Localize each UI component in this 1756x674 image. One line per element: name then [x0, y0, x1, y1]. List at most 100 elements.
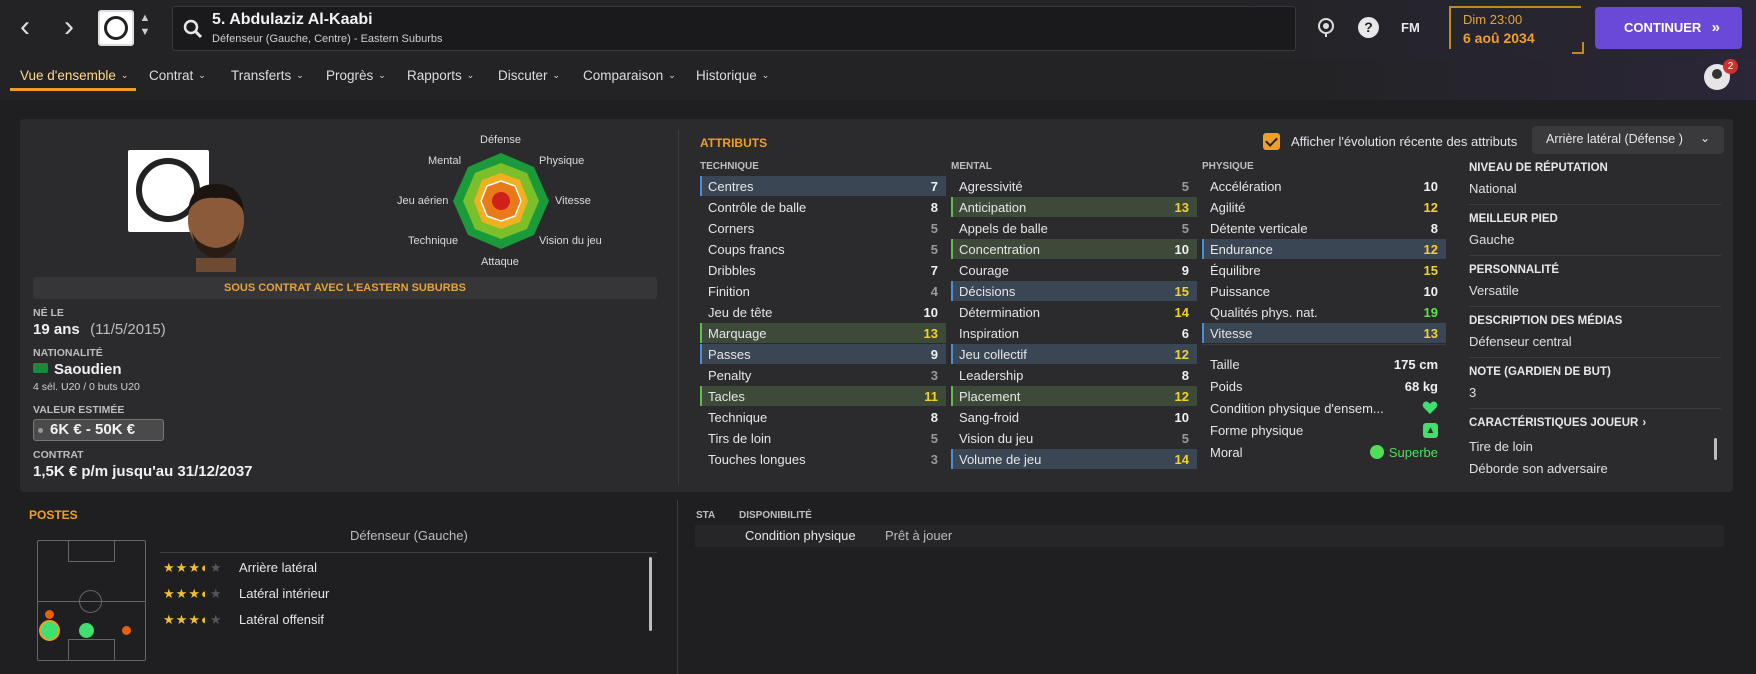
role-select[interactable]: Arrière latéral (Défense ) ⌄: [1532, 126, 1724, 154]
attribute-row[interactable]: Détente verticale 8: [1202, 218, 1446, 238]
attribute-row[interactable]: Centres 7: [700, 176, 946, 196]
attribute-row[interactable]: Puissance 10: [1202, 281, 1446, 301]
help-icon[interactable]: ?: [1358, 17, 1379, 38]
nationality-row[interactable]: Saoudien: [33, 361, 122, 379]
attribute-row[interactable]: Appels de balle 5: [951, 218, 1197, 238]
star-icon: ★: [175, 612, 189, 627]
attribute-row[interactable]: Contrôle de balle 8: [700, 197, 946, 217]
attribute-row[interactable]: Jeu de tête 10: [700, 302, 946, 322]
attribute-name: Sang-froid: [959, 410, 1019, 425]
attribute-row[interactable]: Passes 9: [700, 344, 946, 364]
technique-header: TECHNIQUE: [700, 161, 759, 172]
media-label: DESCRIPTION DES MÉDIAS: [1469, 315, 1623, 327]
weight-row: Poids 68 kg: [1202, 376, 1446, 396]
tab-history[interactable]: Historique ⌄: [696, 68, 769, 83]
attribute-row[interactable]: Technique 8: [700, 407, 946, 427]
weight-label: Poids: [1210, 379, 1243, 394]
attribute-row[interactable]: Corners 5: [700, 218, 946, 238]
attribute-row[interactable]: Placement 12: [951, 386, 1197, 406]
role-row[interactable]: ★★★◐★ Latéral offensif: [163, 610, 643, 630]
attribute-row[interactable]: Inspiration 6: [951, 323, 1197, 343]
attribute-row[interactable]: Détermination 14: [951, 302, 1197, 322]
main-position: Défenseur (Gauche): [350, 528, 468, 543]
attribute-name: Penalty: [708, 368, 752, 383]
globe-icon[interactable]: [1316, 17, 1336, 37]
attribute-row[interactable]: Dribbles 7: [700, 260, 946, 280]
tab-comparison[interactable]: Comparaison ⌄: [583, 68, 676, 83]
role-row[interactable]: ★★★◐★ Latéral intérieur: [163, 584, 643, 604]
attribute-row[interactable]: Concentration 10: [951, 239, 1197, 259]
reputation-value: National: [1469, 181, 1517, 196]
tab-overview[interactable]: Vue d'ensemble ⌄: [20, 68, 128, 83]
radar-label-technique: Technique: [408, 235, 459, 247]
traits-link[interactable]: CARACTÉRISTIQUES JOUEUR ›: [1469, 417, 1646, 429]
tab-label: Transferts: [231, 68, 292, 83]
attribute-row[interactable]: Coups francs 5: [700, 239, 946, 259]
attribute-row[interactable]: Endurance 12: [1202, 239, 1446, 259]
club-crest-icon[interactable]: [98, 10, 134, 46]
tab-contract[interactable]: Contrat ⌄: [149, 68, 206, 83]
morale-row: Moral Superbe: [1202, 442, 1446, 462]
attribute-value: 9: [930, 347, 938, 362]
attribute-value: 12: [1423, 200, 1438, 215]
attribute-row[interactable]: Équilibre 15: [1202, 260, 1446, 280]
chevron-down-icon: ⌄: [296, 70, 304, 80]
attribute-row[interactable]: Anticipation 13: [951, 197, 1197, 217]
forward-arrow-icon[interactable]: ›: [52, 12, 86, 46]
attribute-row[interactable]: Courage 9: [951, 260, 1197, 280]
attribute-value: 6: [1181, 326, 1189, 341]
attribute-row[interactable]: Sang-froid 10: [951, 407, 1197, 427]
tab-discuss[interactable]: Discuter ⌄: [498, 68, 560, 83]
attribute-row[interactable]: Vitesse 13: [1202, 323, 1446, 343]
attribute-row[interactable]: Tirs de loin 5: [700, 428, 946, 448]
trait-item: Tire de loin: [1469, 439, 1533, 454]
attribute-row[interactable]: Qualités phys. nat. 19: [1202, 302, 1446, 322]
roles-scrollbar[interactable]: [649, 557, 652, 631]
tab-label: Vue d'ensemble: [20, 68, 116, 83]
attribute-row[interactable]: Agilité 12: [1202, 197, 1446, 217]
side-divider: [1469, 357, 1721, 358]
attribute-row[interactable]: Agressivité 5: [951, 176, 1197, 196]
attribute-row[interactable]: Accélération 10: [1202, 176, 1446, 196]
attribute-row[interactable]: Marquage 13: [700, 323, 946, 343]
value-chip[interactable]: 6K € - 50K €: [33, 419, 164, 441]
attribute-row[interactable]: Vision du jeu 5: [951, 428, 1197, 448]
highlight-stripe: [1202, 323, 1204, 343]
position-dot: [79, 623, 94, 638]
attribute-value: 10: [923, 305, 938, 320]
tab-transfers[interactable]: Transferts ⌄: [231, 68, 304, 83]
fm-menu-button[interactable]: FM: [1401, 20, 1420, 35]
attribute-name: Appels de balle: [959, 221, 1048, 236]
caps-info: 4 sél. U20 / 0 buts U20: [33, 381, 140, 393]
highlight-stripe: [951, 344, 953, 364]
show-evolution-checkbox[interactable]: [1263, 133, 1280, 150]
search-bar[interactable]: 5. Abdulaziz Al-Kaabi Défenseur (Gauche,…: [172, 6, 1296, 51]
attribute-name: Placement: [959, 389, 1021, 404]
attribute-row[interactable]: Touches longues 3: [700, 449, 946, 469]
attribute-value: 13: [1423, 326, 1438, 341]
attribute-row[interactable]: Finition 4: [700, 281, 946, 301]
tab-progress[interactable]: Progrès ⌄: [326, 68, 386, 83]
back-arrow-icon[interactable]: ‹: [8, 12, 42, 46]
role-row[interactable]: ★★★◐★ Arrière latéral: [163, 558, 643, 578]
side-divider: [1469, 306, 1721, 307]
attribute-row[interactable]: Tacles 11: [700, 386, 946, 406]
attribute-row[interactable]: Volume de jeu 14: [951, 449, 1197, 469]
attribute-row[interactable]: Penalty 3: [700, 365, 946, 385]
attribute-row[interactable]: Décisions 15: [951, 281, 1197, 301]
attribute-value: 3: [930, 452, 938, 467]
role-name: Latéral offensif: [239, 612, 325, 627]
pitch-diagram: [37, 540, 146, 661]
continue-button[interactable]: CONTINUER »: [1595, 7, 1742, 49]
date-day: 6 aoû 2034: [1463, 30, 1535, 46]
tab-reports[interactable]: Rapports ⌄: [407, 68, 474, 83]
club-switch-icon[interactable]: ▲ ▼: [138, 11, 152, 39]
attribute-row[interactable]: Leadership 8: [951, 365, 1197, 385]
physique-header: PHYSIQUE: [1202, 161, 1254, 172]
highlight-stripe: [700, 344, 702, 364]
traits-scrollbar[interactable]: [1714, 438, 1717, 460]
attribute-row[interactable]: Jeu collectif 12: [951, 344, 1197, 364]
search-icon[interactable]: [183, 19, 203, 39]
nationality-label: NATIONALITÉ: [33, 347, 103, 359]
attribute-value: 5: [1181, 221, 1189, 236]
